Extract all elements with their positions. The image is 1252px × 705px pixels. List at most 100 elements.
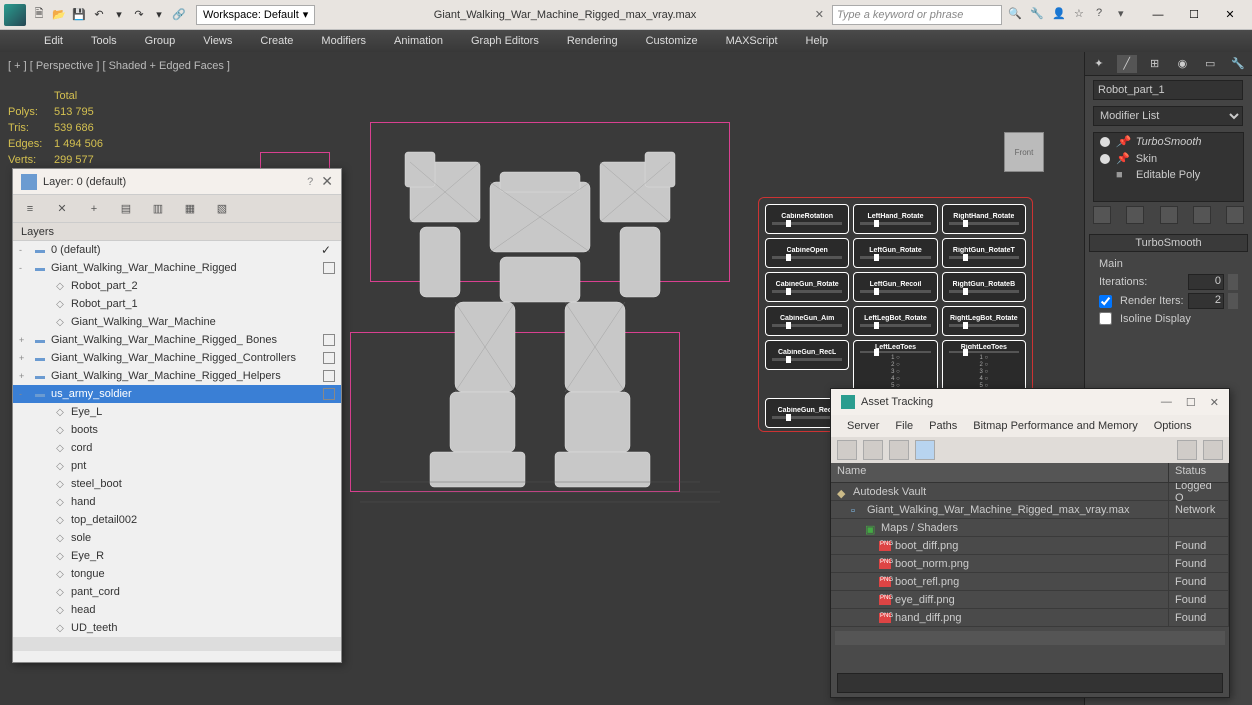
menu-rendering[interactable]: Rendering <box>553 30 632 52</box>
table-view-icon[interactable] <box>915 440 935 460</box>
object-node[interactable]: ◇pant_cord <box>13 583 341 601</box>
menu-tools[interactable]: Tools <box>77 30 131 52</box>
spinner-buttons[interactable] <box>1228 274 1238 290</box>
menu-edit[interactable]: Edit <box>30 30 77 52</box>
refresh-icon[interactable] <box>837 440 857 460</box>
asset-row[interactable]: PNGboot_diff.pngFound <box>831 537 1229 555</box>
object-node[interactable]: ◇pnt <box>13 457 341 475</box>
open-icon[interactable]: 📂 <box>50 6 68 24</box>
slider-thumb[interactable] <box>874 322 879 329</box>
object-node[interactable]: ◇Giant_Walking_War_Machine <box>13 313 341 331</box>
chevron-down-icon[interactable]: ▾ <box>1118 7 1134 23</box>
spinner-buttons[interactable] <box>1228 293 1238 309</box>
slider-track[interactable] <box>860 324 930 327</box>
object-node[interactable]: ◇Eye_L <box>13 403 341 421</box>
control-slider[interactable]: LeftLegToes1 ○2 ○3 ○4 ○5 ○ <box>853 340 937 394</box>
layer-checkbox[interactable] <box>323 334 335 346</box>
object-node[interactable]: ◇hand <box>13 493 341 511</box>
app-icon[interactable] <box>4 4 26 26</box>
redo-dropdown-icon[interactable]: ▾ <box>110 6 128 24</box>
remove-modifier-button[interactable] <box>1193 206 1211 224</box>
layer-dialog-titlebar[interactable]: Layer: 0 (default) ? ✕ <box>13 169 341 195</box>
menu-options[interactable]: Options <box>1146 420 1200 432</box>
control-slider[interactable]: LeftLegBot_Rotate <box>853 306 937 336</box>
redo-icon[interactable]: ↷ <box>130 6 148 24</box>
slider-track[interactable] <box>860 256 930 259</box>
object-node[interactable]: ◇boots <box>13 421 341 439</box>
layer-node[interactable]: -▬0 (default)✓ <box>13 241 341 259</box>
select-layer-icon[interactable]: ▤ <box>117 200 135 218</box>
modifier-stack[interactable]: 📌TurboSmooth📌Skin■Editable Poly <box>1093 132 1244 202</box>
slider-track[interactable] <box>949 351 1020 353</box>
menu-bitmap-performance-and-memory[interactable]: Bitmap Performance and Memory <box>965 420 1145 432</box>
isoline-checkbox[interactable] <box>1099 312 1112 325</box>
hide-layer-icon[interactable]: ▦ <box>181 200 199 218</box>
control-slider[interactable]: CabineGun_Rotate <box>765 272 849 302</box>
create-tab-icon[interactable]: ✦ <box>1089 55 1109 73</box>
slider-thumb[interactable] <box>786 288 791 295</box>
slider-thumb[interactable] <box>874 288 879 295</box>
menu-maxscript[interactable]: MAXScript <box>712 30 792 52</box>
layer-node[interactable]: +▬Giant_Walking_War_Machine_Rigged_Contr… <box>13 349 341 367</box>
slider-thumb[interactable] <box>786 356 791 363</box>
layer-node[interactable]: -▬us_army_soldier <box>13 385 341 403</box>
search-input[interactable]: Type a keyword or phrase <box>832 5 1002 25</box>
slider-track[interactable] <box>949 324 1020 327</box>
control-slider[interactable]: CabineOpen <box>765 238 849 268</box>
object-node[interactable]: ◇sole <box>13 529 341 547</box>
layer-node[interactable]: +▬Giant_Walking_War_Machine_Rigged_ Bone… <box>13 331 341 349</box>
slider-thumb[interactable] <box>874 220 879 227</box>
link-icon[interactable]: 🔗 <box>170 6 188 24</box>
render-iters-checkbox[interactable] <box>1099 295 1112 308</box>
close-icon[interactable]: ✕ <box>1210 396 1219 409</box>
menu-modifiers[interactable]: Modifiers <box>307 30 380 52</box>
object-name-field[interactable] <box>1093 80 1243 100</box>
make-unique-button[interactable] <box>1160 206 1178 224</box>
slider-track[interactable] <box>772 256 842 259</box>
minimize-icon[interactable]: — <box>1161 396 1172 409</box>
slider-track[interactable] <box>860 222 930 225</box>
expander-icon[interactable]: - <box>19 389 29 399</box>
expander-icon[interactable]: + <box>19 335 29 345</box>
control-slider[interactable]: LeftGun_Rotate <box>853 238 937 268</box>
delete-layer-icon[interactable]: ✕ <box>53 200 71 218</box>
rollout-header[interactable]: TurboSmooth <box>1089 234 1248 252</box>
asset-row[interactable]: PNGboot_refl.pngFound <box>831 573 1229 591</box>
pin-icon[interactable]: 📌 <box>1116 152 1130 165</box>
menu-server[interactable]: Server <box>839 420 887 432</box>
modify-tab-icon[interactable]: ╱ <box>1117 55 1137 73</box>
layer-tree[interactable]: -▬0 (default)✓-▬Giant_Walking_War_Machin… <box>13 241 341 662</box>
layer-checkbox[interactable] <box>323 370 335 382</box>
object-node[interactable]: ◇tongue <box>13 565 341 583</box>
control-slider[interactable]: RightGun_RotateB <box>942 272 1026 302</box>
slider-track[interactable] <box>772 324 842 327</box>
slider-track[interactable] <box>949 256 1020 259</box>
slider-thumb[interactable] <box>963 288 968 295</box>
menu-file[interactable]: File <box>887 420 921 432</box>
status-column[interactable]: Status <box>1169 463 1229 482</box>
hierarchy-tab-icon[interactable]: ⊞ <box>1145 55 1165 73</box>
slider-thumb[interactable] <box>786 322 791 329</box>
bulb-icon[interactable] <box>1100 137 1110 147</box>
menu-customize[interactable]: Customize <box>632 30 712 52</box>
add-to-layer-icon[interactable]: + <box>85 200 103 218</box>
layer-checkbox[interactable] <box>323 352 335 364</box>
asset-dialog-titlebar[interactable]: Asset Tracking — ☐ ✕ <box>831 389 1229 415</box>
slider-thumb[interactable] <box>786 414 791 421</box>
expander-icon[interactable]: + <box>19 353 29 363</box>
slider-thumb[interactable] <box>786 254 791 261</box>
save-icon[interactable]: 💾 <box>70 6 88 24</box>
menu-graph-editors[interactable]: Graph Editors <box>457 30 553 52</box>
asset-row[interactable]: PNGeye_diff.pngFound <box>831 591 1229 609</box>
menu-animation[interactable]: Animation <box>380 30 457 52</box>
user-icon[interactable]: 👤 <box>1052 7 1068 23</box>
display-tab-icon[interactable]: ▭ <box>1200 55 1220 73</box>
pin-icon[interactable]: 📌 <box>1116 135 1130 148</box>
list-view-icon[interactable] <box>863 440 883 460</box>
slider-thumb[interactable] <box>786 220 791 227</box>
layer-checkbox[interactable] <box>323 262 335 274</box>
control-slider[interactable]: LeftGun_Recoil <box>853 272 937 302</box>
utilities-tab-icon[interactable]: 🔧 <box>1228 55 1248 73</box>
slider-track[interactable] <box>949 222 1020 225</box>
check-icon[interactable]: ✓ <box>321 243 335 257</box>
